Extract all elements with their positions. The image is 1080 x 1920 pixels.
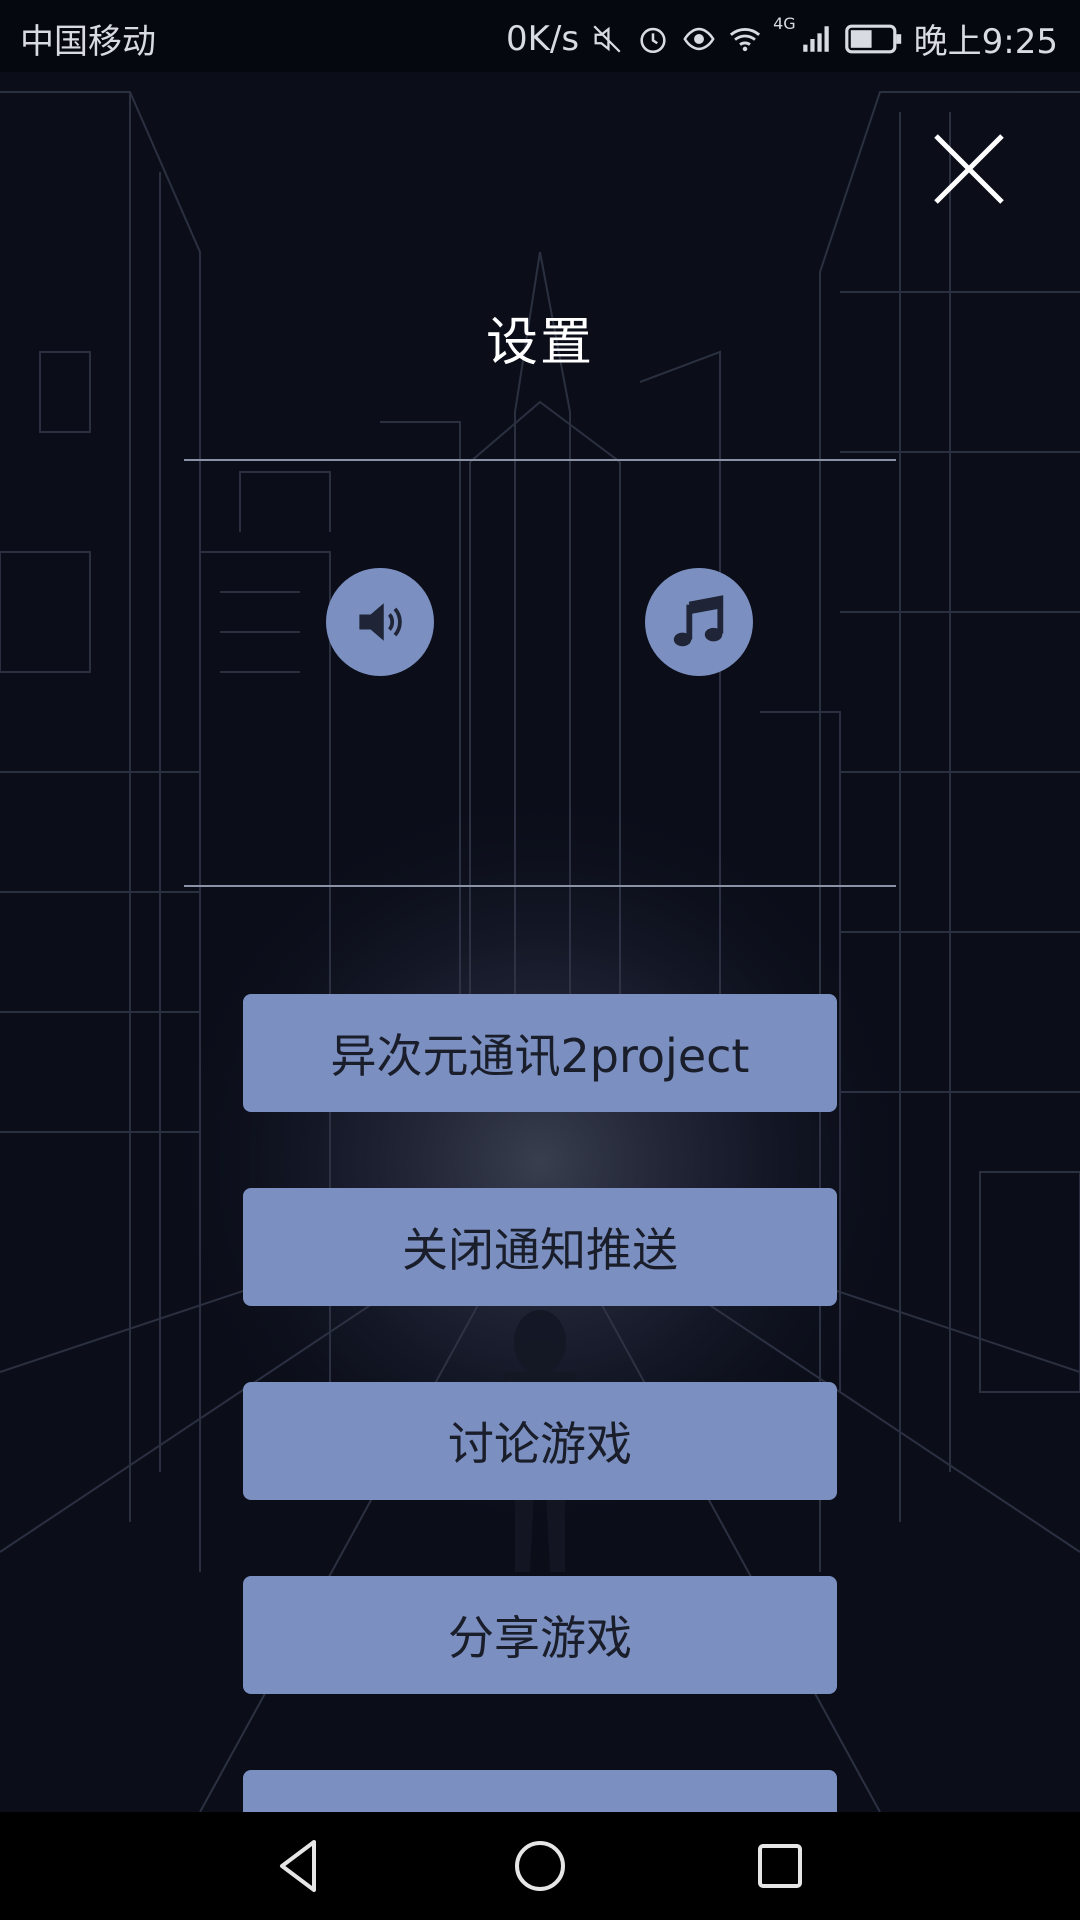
music-note-icon [673,595,724,647]
page-title: 设置 [485,313,594,373]
wifi-icon [727,21,763,57]
mute-icon [589,21,625,57]
close-icon [934,134,1004,204]
network-type: 4G [773,14,796,33]
eye-icon [681,21,717,57]
navigation-bar [0,1812,1080,1920]
net-speed: 0K/s [505,18,580,59]
share-game-button[interactable]: 分享游戏 [243,1576,837,1694]
close-button[interactable] [930,130,1008,208]
top-divider [184,459,896,461]
signal-icon [798,21,834,57]
home-icon[interactable] [510,1836,570,1896]
recents-icon[interactable] [750,1836,810,1896]
speaker-icon [359,603,402,641]
partially-visible-button[interactable] [243,1770,837,1812]
carrier-label: 中国移动 [20,22,156,62]
discuss-game-button[interactable]: 讨论游戏 [243,1382,837,1500]
battery-icon [844,21,904,57]
project-link-button[interactable]: 异次元通讯2project [243,994,837,1112]
bottom-divider [184,885,896,887]
alarm-icon [635,21,671,57]
status-icons: 0K/s 4G 晚上9:25 [506,14,1058,63]
disable-notifications-button[interactable]: 关闭通知推送 [243,1188,837,1306]
status-bar: 中国移动 0K/s 4G 晚上9:25 [0,0,1080,72]
back-icon[interactable] [270,1836,330,1896]
sound-effect-toggle[interactable] [326,568,434,676]
music-toggle[interactable] [645,568,753,676]
clock: 晚上9:25 [913,22,1058,62]
